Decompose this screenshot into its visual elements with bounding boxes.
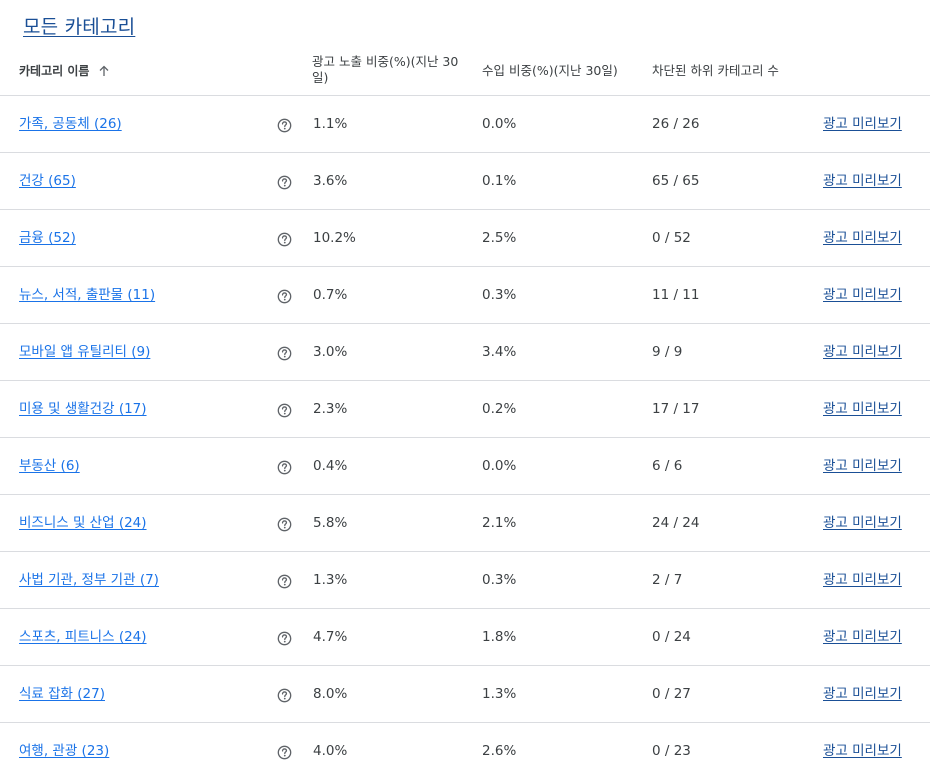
blocked-subcategories-value: 0 / 27: [652, 686, 691, 702]
table-row: 스포츠, 피트니스 (24) 4.7% 1.8% 0 / 24 광고 미리보기: [0, 609, 930, 666]
revenue-share-value: 0.0%: [482, 116, 517, 132]
category-name-link[interactable]: 비즈니스 및 산업 (24): [19, 514, 147, 532]
arrow-up-icon[interactable]: [98, 65, 110, 77]
help-circle-icon[interactable]: [277, 688, 292, 703]
impression-share-value: 2.3%: [313, 401, 348, 417]
impression-share-value: 8.0%: [313, 686, 348, 702]
impression-share-value: 5.8%: [313, 515, 348, 531]
preview-ads-link[interactable]: 광고 미리보기: [823, 685, 902, 703]
revenue-share-value: 0.3%: [482, 287, 517, 303]
help-circle-icon[interactable]: [277, 745, 292, 760]
table-row: 식료 잡화 (27) 8.0% 1.3% 0 / 27 광고 미리보기: [0, 666, 930, 723]
revenue-share-value: 3.4%: [482, 344, 517, 360]
revenue-share-value: 2.5%: [482, 230, 517, 246]
impression-share-value: 0.4%: [313, 458, 348, 474]
revenue-share-value: 0.1%: [482, 173, 517, 189]
blocked-subcategories-value: 6 / 6: [652, 458, 683, 474]
table-row: 가족, 공동체 (26) 1.1% 0.0% 26 / 26 광고 미리보기: [0, 96, 930, 153]
column-header-impressions: 광고 노출 비중(%)(지난 30일): [312, 54, 459, 85]
category-name-link[interactable]: 미용 및 생활건강 (17): [19, 400, 147, 418]
help-circle-icon[interactable]: [277, 289, 292, 304]
help-circle-icon[interactable]: [277, 517, 292, 532]
help-circle-icon[interactable]: [277, 574, 292, 589]
revenue-share-value: 0.3%: [482, 572, 517, 588]
revenue-share-value: 2.1%: [482, 515, 517, 531]
help-circle-icon[interactable]: [277, 346, 292, 361]
preview-ads-link[interactable]: 광고 미리보기: [823, 115, 902, 133]
revenue-share-value: 1.8%: [482, 629, 517, 645]
category-name-link[interactable]: 건강 (65): [19, 172, 76, 190]
category-name-link[interactable]: 사법 기관, 정부 기관 (7): [19, 571, 159, 589]
table-header: 카테고리 이름 광고 노출 비중(%)(지난 30일) 수입 비중(%)(지난 …: [0, 50, 930, 96]
blocked-subcategories-value: 2 / 7: [652, 572, 683, 588]
preview-ads-link[interactable]: 광고 미리보기: [823, 172, 902, 190]
blocked-subcategories-value: 11 / 11: [652, 287, 700, 303]
blocked-subcategories-value: 24 / 24: [652, 515, 700, 531]
impression-share-value: 0.7%: [313, 287, 348, 303]
category-name-link[interactable]: 부동산 (6): [19, 457, 80, 475]
category-name-link[interactable]: 스포츠, 피트니스 (24): [19, 628, 147, 646]
preview-ads-link[interactable]: 광고 미리보기: [823, 229, 902, 247]
table-row: 건강 (65) 3.6% 0.1% 65 / 65 광고 미리보기: [0, 153, 930, 210]
table-row: 비즈니스 및 산업 (24) 5.8% 2.1% 24 / 24 광고 미리보기: [0, 495, 930, 552]
blocked-subcategories-value: 17 / 17: [652, 401, 700, 417]
category-page: 모든 카테고리 카테고리 이름 광고 노출 비중(%)(지난 30일) 수입 비…: [0, 0, 930, 773]
preview-ads-link[interactable]: 광고 미리보기: [823, 343, 902, 361]
blocked-subcategories-value: 0 / 24: [652, 629, 691, 645]
blocked-subcategories-value: 65 / 65: [652, 173, 700, 189]
preview-ads-link[interactable]: 광고 미리보기: [823, 628, 902, 646]
column-header-category-name[interactable]: 카테고리 이름: [19, 63, 110, 79]
preview-ads-link[interactable]: 광고 미리보기: [823, 457, 902, 475]
preview-ads-link[interactable]: 광고 미리보기: [823, 571, 902, 589]
table-row: 사법 기관, 정부 기관 (7) 1.3% 0.3% 2 / 7 광고 미리보기: [0, 552, 930, 609]
blocked-subcategories-value: 0 / 52: [652, 230, 691, 246]
revenue-share-value: 0.0%: [482, 458, 517, 474]
preview-ads-link[interactable]: 광고 미리보기: [823, 400, 902, 418]
preview-ads-link[interactable]: 광고 미리보기: [823, 286, 902, 304]
table-row: 부동산 (6) 0.4% 0.0% 6 / 6 광고 미리보기: [0, 438, 930, 495]
help-circle-icon[interactable]: [277, 175, 292, 190]
column-header-revenue: 수입 비중(%)(지난 30일): [482, 63, 618, 78]
impression-share-value: 1.3%: [313, 572, 348, 588]
category-name-link[interactable]: 가족, 공동체 (26): [19, 115, 122, 133]
blocked-subcategories-value: 26 / 26: [652, 116, 700, 132]
column-header-blocked: 차단된 하위 카테고리 수: [652, 63, 779, 78]
help-circle-icon[interactable]: [277, 118, 292, 133]
table-row: 미용 및 생활건강 (17) 2.3% 0.2% 17 / 17 광고 미리보기: [0, 381, 930, 438]
help-circle-icon[interactable]: [277, 403, 292, 418]
category-name-link[interactable]: 식료 잡화 (27): [19, 685, 105, 703]
revenue-share-value: 0.2%: [482, 401, 517, 417]
impression-share-value: 1.1%: [313, 116, 348, 132]
table-row: 모바일 앱 유틸리티 (9) 3.0% 3.4% 9 / 9 광고 미리보기: [0, 324, 930, 381]
impression-share-value: 3.0%: [313, 344, 348, 360]
category-name-link[interactable]: 모바일 앱 유틸리티 (9): [19, 343, 150, 361]
preview-ads-link[interactable]: 광고 미리보기: [823, 742, 902, 760]
help-circle-icon[interactable]: [277, 631, 292, 646]
impression-share-value: 4.7%: [313, 629, 348, 645]
revenue-share-value: 1.3%: [482, 686, 517, 702]
blocked-subcategories-value: 0 / 23: [652, 743, 691, 759]
all-categories-link[interactable]: 모든 카테고리: [23, 12, 135, 39]
category-name-link[interactable]: 뉴스, 서적, 출판물 (11): [19, 286, 155, 304]
impression-share-value: 10.2%: [313, 230, 356, 246]
category-name-link[interactable]: 여행, 관광 (23): [19, 742, 109, 760]
blocked-subcategories-value: 9 / 9: [652, 344, 683, 360]
impression-share-value: 4.0%: [313, 743, 348, 759]
column-header-label: 카테고리 이름: [19, 64, 90, 78]
table-row: 금융 (52) 10.2% 2.5% 0 / 52 광고 미리보기: [0, 210, 930, 267]
help-circle-icon[interactable]: [277, 460, 292, 475]
category-name-link[interactable]: 금융 (52): [19, 229, 76, 247]
table-row: 뉴스, 서적, 출판물 (11) 0.7% 0.3% 11 / 11 광고 미리보기: [0, 267, 930, 324]
preview-ads-link[interactable]: 광고 미리보기: [823, 514, 902, 532]
help-circle-icon[interactable]: [277, 232, 292, 247]
table-row: 여행, 관광 (23) 4.0% 2.6% 0 / 23 광고 미리보기: [0, 723, 930, 773]
revenue-share-value: 2.6%: [482, 743, 517, 759]
impression-share-value: 3.6%: [313, 173, 348, 189]
